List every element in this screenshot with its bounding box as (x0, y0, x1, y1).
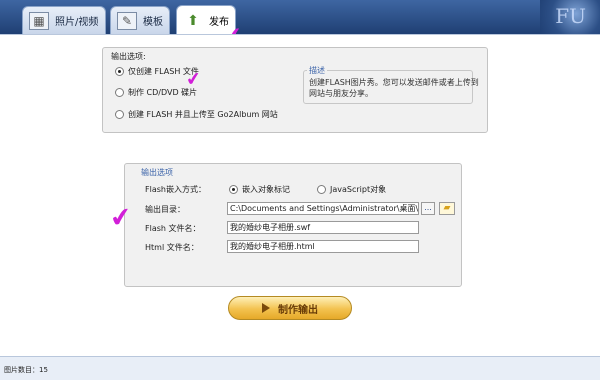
radio-javascript-object[interactable]: JavaScript对象 (317, 184, 386, 195)
open-folder-icon[interactable]: ▰ (439, 202, 455, 215)
header-deco-text: FU (555, 4, 586, 28)
radio-embed-object-tag[interactable]: 嵌入对象标记 (229, 184, 290, 195)
radio-label: JavaScript对象 (330, 185, 387, 194)
make-output-button[interactable]: 制作输出 (228, 296, 352, 320)
annotation-check-mark: ✔ (184, 68, 203, 91)
header-decoration: FU (540, 0, 600, 34)
output-options-title: 输出选项 (141, 168, 173, 177)
annotation-check-mark: ✔ (108, 201, 134, 235)
tab-label: 模板 (143, 17, 163, 28)
tab-bar: ▦ 照片/视频 ✎ 模板 ⬆ 发布 FU (0, 0, 600, 35)
browse-button[interactable]: ... (421, 202, 435, 215)
radio-cd-dvd[interactable]: 制作 CD/DVD 碟片 (115, 87, 197, 98)
description-line-2: 网站与朋友分享。 (309, 89, 373, 98)
radio-button[interactable] (229, 185, 238, 194)
output-dir-label: 输出目录： (145, 205, 185, 214)
radio-button[interactable] (115, 67, 124, 76)
radio-label: 创建 FLASH 并且上传至 Go2Album 网站 (128, 110, 278, 119)
template-tools-icon: ✎ (117, 11, 137, 30)
tab-photos-videos[interactable]: ▦ 照片/视频 (22, 6, 106, 34)
tab-template[interactable]: ✎ 模板 (110, 6, 170, 34)
output-type-title: 输出选项: (111, 52, 146, 61)
html-filename-field[interactable]: 我的婚纱电子相册.html (227, 240, 419, 253)
flash-filename-field[interactable]: 我的婚纱电子相册.swf (227, 221, 419, 234)
publish-upload-icon: ⬆ (187, 12, 199, 29)
radio-label: 嵌入对象标记 (242, 185, 290, 194)
output-dir-field[interactable]: C:\Documents and Settings\Administrator\… (227, 202, 419, 215)
photo-count-text: 图片数目：15 (4, 366, 48, 374)
status-bar: 图片数目：15 (0, 356, 600, 380)
radio-button[interactable] (115, 88, 124, 97)
radio-button[interactable] (317, 185, 326, 194)
description-title: 描述 (307, 65, 327, 76)
flash-filename-label: Flash 文件名： (145, 224, 201, 233)
embed-mode-label: Flash嵌入方式： (145, 185, 206, 194)
play-icon (262, 303, 270, 313)
radio-upload-go2album[interactable]: 创建 FLASH 并且上传至 Go2Album 网站 (115, 109, 278, 120)
output-type-panel: 输出选项: 仅创建 FLASH 文件 制作 CD/DVD 碟片 创建 FLASH… (102, 47, 488, 133)
description-line-1: 创建FLASH图片秀。您可以发送邮件或者上传到 (309, 78, 479, 87)
make-output-label: 制作输出 (278, 304, 318, 316)
html-filename-label: Html 文件名： (145, 243, 199, 252)
output-options-panel: 输出选项 Flash嵌入方式： 嵌入对象标记 JavaScript对象 输出目录… (124, 163, 462, 287)
radio-button[interactable] (115, 110, 124, 119)
photo-grid-icon: ▦ (29, 11, 49, 30)
tab-label: 照片/视频 (55, 17, 99, 28)
